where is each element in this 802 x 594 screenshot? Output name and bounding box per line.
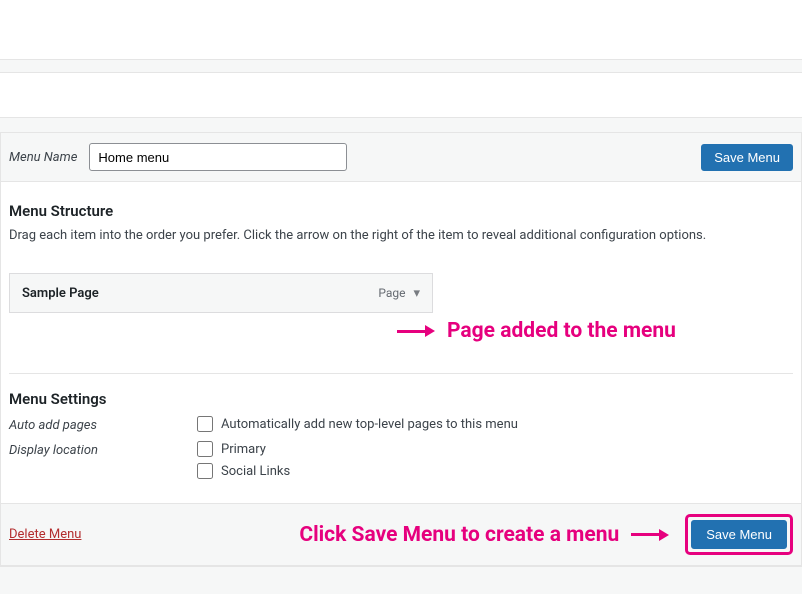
arrow-right-icon	[397, 325, 435, 337]
location-primary-checkbox[interactable]	[197, 441, 213, 457]
location-social-checkbox[interactable]	[197, 463, 213, 479]
bottom-gap	[0, 566, 802, 594]
display-location-label: Display location	[9, 441, 197, 458]
auto-add-checkbox[interactable]	[197, 416, 213, 432]
auto-add-check-item: Automatically add new top-level pages to…	[197, 416, 518, 432]
structure-desc: Drag each item into the order you prefer…	[9, 228, 793, 243]
menu-item-title: Sample Page	[22, 286, 378, 301]
menu-item-type: Page	[378, 286, 405, 300]
menu-item[interactable]: Sample Page Page ▾	[9, 273, 433, 313]
top-blank-panel-2	[0, 72, 802, 118]
chevron-down-icon[interactable]: ▾	[413, 286, 420, 301]
settings-display-row: Display location Primary Social Links	[9, 441, 793, 479]
structure-heading: Menu Structure	[9, 202, 793, 220]
divider	[9, 373, 793, 374]
gap	[0, 118, 802, 132]
save-menu-button-top[interactable]: Save Menu	[701, 144, 793, 171]
save-menu-button-bottom[interactable]: Save Menu	[691, 520, 787, 549]
annotation-click-save: Click Save Menu to create a menu	[299, 523, 619, 547]
annotation-row: Page added to the menu	[397, 319, 793, 343]
bottom-row: Delete Menu Click Save Menu to create a …	[0, 503, 802, 566]
main-panel: Menu Structure Drag each item into the o…	[0, 182, 802, 503]
menu-name-label: Menu Name	[9, 150, 77, 165]
settings-auto-row: Auto add pages Automatically add new top…	[9, 416, 793, 433]
location-check-item: Social Links	[197, 463, 290, 479]
location-check-item: Primary	[197, 441, 290, 457]
annotation-page-added: Page added to the menu	[447, 319, 676, 343]
location-social-label: Social Links	[221, 464, 290, 479]
delete-menu-link[interactable]: Delete Menu	[9, 527, 81, 542]
menu-name-input[interactable]	[89, 143, 347, 171]
save-highlight-box: Save Menu	[685, 514, 793, 555]
arrow-right-icon	[631, 529, 669, 541]
auto-add-check-label: Automatically add new top-level pages to…	[221, 417, 518, 432]
gap	[0, 60, 802, 72]
location-primary-label: Primary	[221, 442, 266, 457]
top-blank-panel-1	[0, 0, 802, 60]
settings-heading: Menu Settings	[9, 390, 793, 408]
menu-name-row: Menu Name Save Menu	[0, 132, 802, 182]
auto-add-label: Auto add pages	[9, 416, 197, 433]
